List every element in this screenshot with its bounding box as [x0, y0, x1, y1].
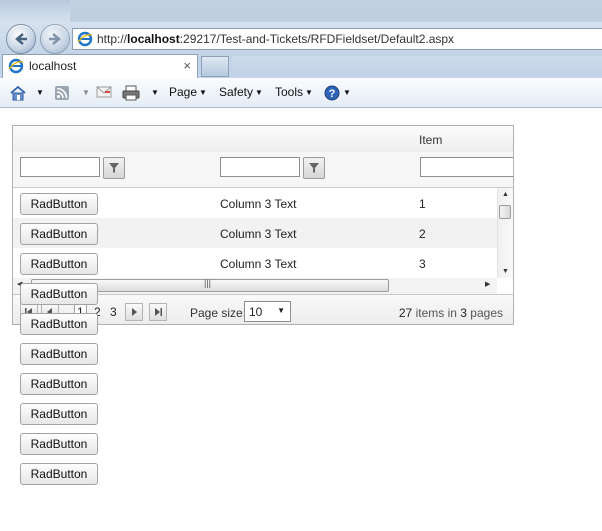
- command-bar: ▼ ▼ ▼ Page ▼ Safety ▼ Tools ▼ ? ▼: [0, 78, 602, 108]
- tools-menu[interactable]: Tools ▼: [275, 85, 313, 99]
- forward-arrow-icon: [49, 33, 61, 45]
- overflow-radbutton[interactable]: RadButton: [20, 373, 98, 395]
- ie-logo-icon: [77, 31, 93, 47]
- filter-input-col1[interactable]: [20, 157, 100, 177]
- help-dropdown-icon[interactable]: ▼: [341, 85, 351, 99]
- page-size-dropdown[interactable]: 10 ▼: [244, 301, 291, 322]
- cell-text: Column 3 Text: [220, 257, 297, 271]
- feeds-icon[interactable]: [54, 85, 70, 101]
- row-radbutton[interactable]: RadButton: [20, 193, 98, 215]
- safety-menu[interactable]: Safety ▼: [219, 85, 263, 99]
- filter-icon: [309, 163, 319, 173]
- forward-button[interactable]: [40, 24, 70, 54]
- home-dropdown-icon[interactable]: ▼: [34, 85, 44, 99]
- cell-item: 2: [419, 227, 426, 241]
- address-bar[interactable]: http://localhost:29217/Test-and-Tickets/…: [72, 28, 602, 50]
- scroll-right-icon[interactable]: ▶: [485, 280, 490, 288]
- print-dropdown-icon[interactable]: ▼: [149, 85, 159, 99]
- feeds-dropdown-icon[interactable]: ▼: [80, 85, 90, 99]
- cell-text: Column 3 Text: [220, 227, 297, 241]
- page-size-value: 10: [249, 305, 263, 319]
- home-icon[interactable]: [9, 85, 27, 101]
- svg-text:?: ?: [329, 88, 336, 100]
- title-bar: [70, 0, 602, 22]
- filter-input-col2[interactable]: [220, 157, 300, 177]
- overflow-radbutton[interactable]: RadButton: [20, 463, 98, 485]
- scroll-up-icon[interactable]: ▲: [502, 191, 509, 198]
- back-arrow-icon: [15, 33, 27, 45]
- filter-button-col2[interactable]: [303, 157, 325, 179]
- page-link-3[interactable]: 3: [110, 305, 117, 319]
- last-page-button[interactable]: [149, 303, 167, 321]
- row-radbutton[interactable]: RadButton: [20, 223, 98, 245]
- cell-item: 3: [419, 257, 426, 271]
- tab-title: localhost: [29, 59, 77, 73]
- url-text: http://localhost:29217/Test-and-Tickets/…: [97, 32, 455, 46]
- row-radbutton[interactable]: RadButton: [20, 253, 98, 275]
- vertical-scroll-thumb[interactable]: [499, 205, 511, 219]
- tab-bar: localhost ×: [0, 54, 602, 78]
- cell-item: 1: [419, 197, 426, 211]
- next-page-button[interactable]: [125, 303, 143, 321]
- last-page-icon: [155, 308, 162, 316]
- overflow-radbutton[interactable]: RadButton: [20, 343, 98, 365]
- close-tab-icon[interactable]: ×: [183, 58, 191, 73]
- vertical-scrollbar[interactable]: ▲ ▼: [497, 188, 513, 278]
- pager-info: 27 items in 3 pages: [398, 306, 503, 320]
- overflow-radbutton[interactable]: RadButton: [20, 283, 98, 305]
- overflow-radbutton[interactable]: RadButton: [20, 313, 98, 335]
- column-header-item[interactable]: Item: [419, 133, 442, 147]
- mail-icon[interactable]: [96, 85, 112, 99]
- help-icon[interactable]: ?: [324, 85, 340, 101]
- chevron-down-icon: ▼: [277, 306, 285, 315]
- tab-localhost[interactable]: localhost ×: [2, 54, 198, 78]
- filter-icon: [109, 163, 119, 173]
- overflow-radbutton[interactable]: RadButton: [20, 433, 98, 455]
- back-button[interactable]: [6, 24, 36, 54]
- scroll-down-icon[interactable]: ▼: [502, 268, 509, 275]
- browser-chrome: http://localhost:29217/Test-and-Tickets/…: [0, 0, 602, 56]
- overflow-radbutton[interactable]: RadButton: [20, 403, 98, 425]
- filter-button-col1[interactable]: [103, 157, 125, 179]
- tab-bar-background: [232, 56, 602, 76]
- page-size-label: Page size:: [190, 306, 247, 320]
- filter-row: [13, 152, 513, 188]
- grid-header: Item: [13, 126, 513, 153]
- next-page-icon: [132, 308, 137, 316]
- ie-logo-icon: [8, 58, 24, 74]
- print-icon[interactable]: [122, 85, 140, 101]
- filter-input-col3[interactable]: [420, 157, 513, 177]
- new-tab-button[interactable]: [201, 56, 229, 77]
- page-menu[interactable]: Page ▼: [169, 85, 207, 99]
- cell-text: Column 3 Text: [220, 197, 297, 211]
